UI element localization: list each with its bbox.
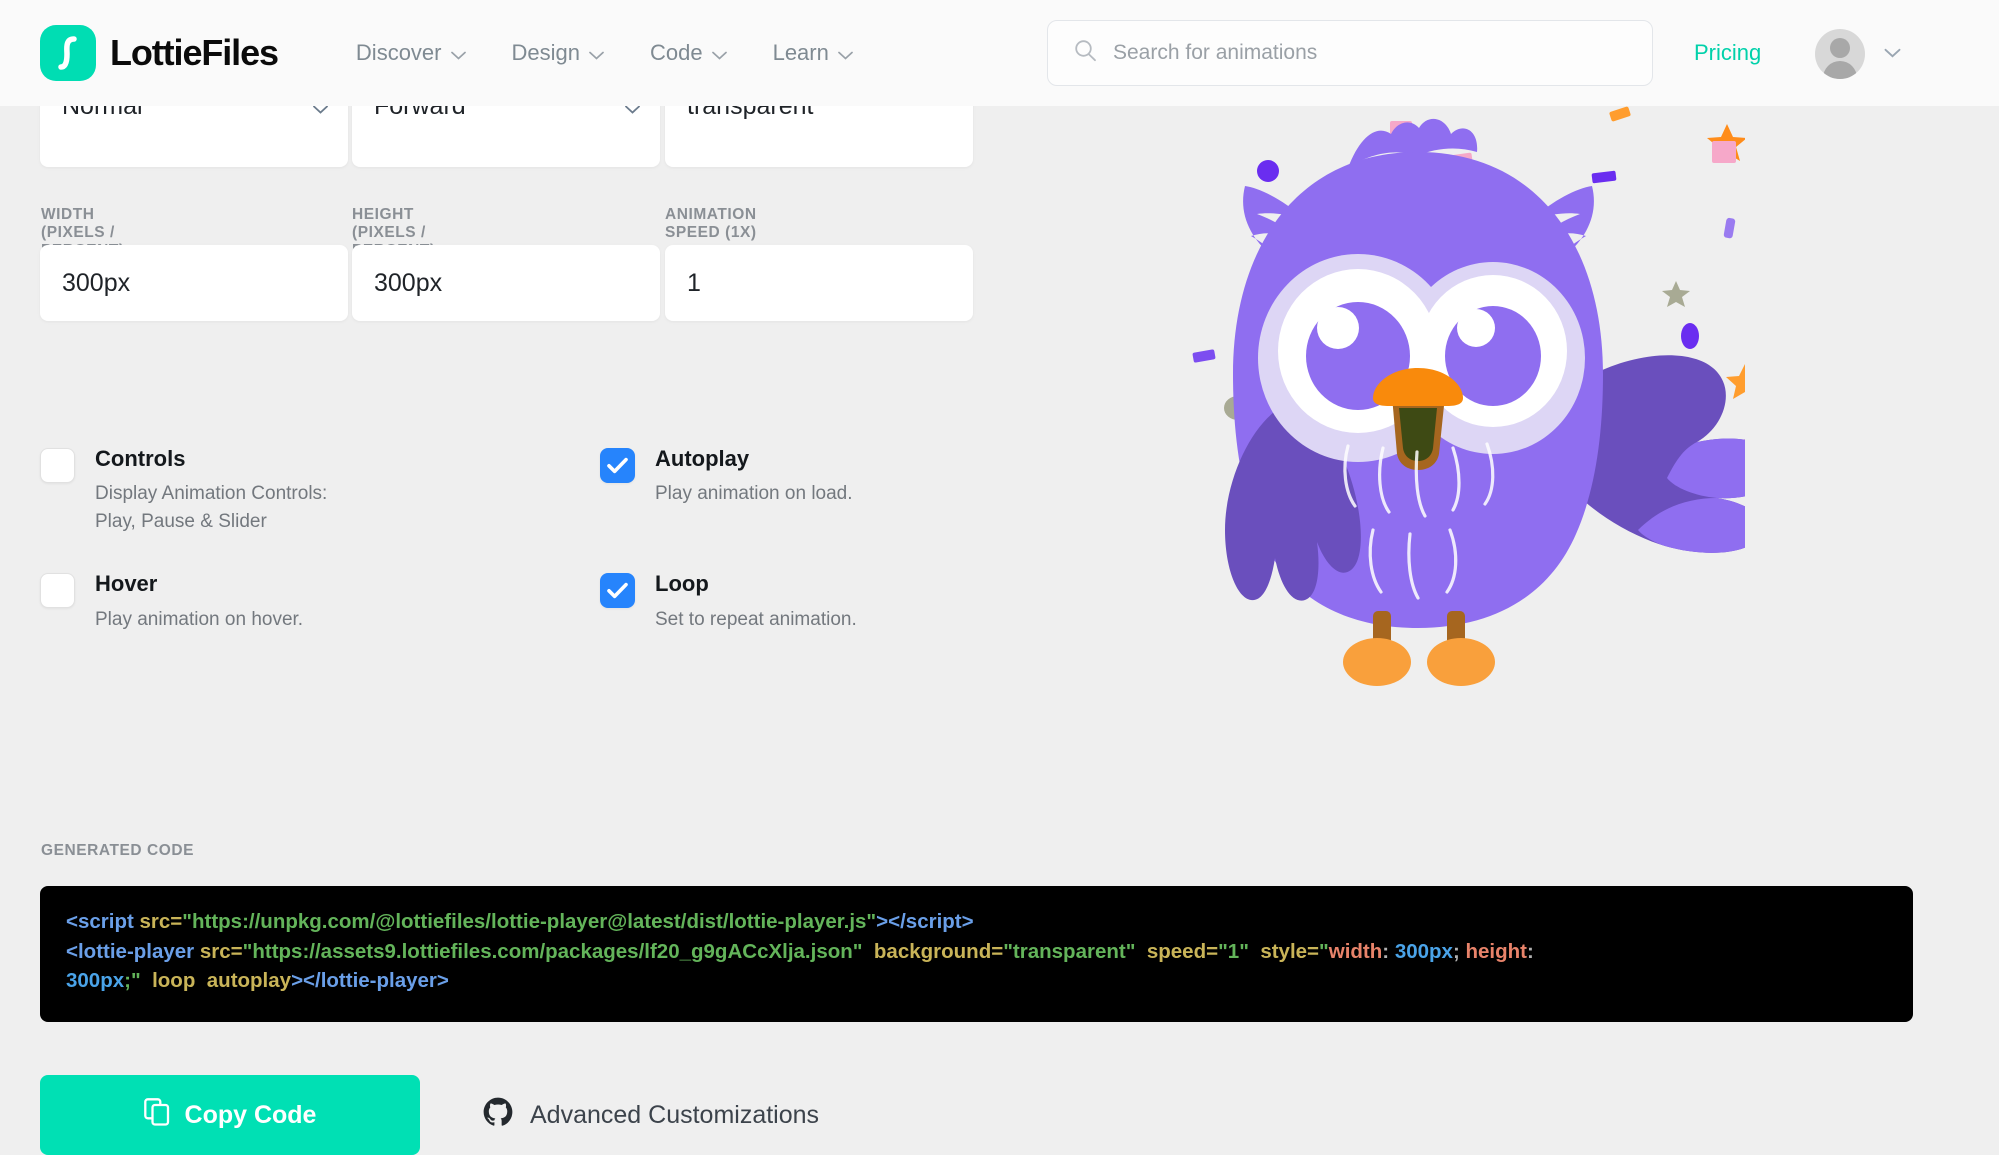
advanced-customizations-link[interactable]: Advanced Customizations: [483, 1097, 819, 1134]
copy-code-button[interactable]: Copy Code: [40, 1075, 420, 1155]
nav-item-learn[interactable]: Learn: [773, 40, 853, 66]
speed-label: ANIMATION SPEED (1X): [665, 206, 757, 242]
code-style-quote-close: ;": [124, 969, 141, 992]
nav-item-code[interactable]: Code: [650, 40, 727, 66]
nav-label-discover: Discover: [356, 40, 442, 66]
copy-icon: [144, 1098, 170, 1133]
loop-label: Loop: [655, 571, 857, 596]
avatar-head: [1830, 38, 1850, 58]
animation-preview: [1080, 106, 1999, 1082]
hover-label: Hover: [95, 571, 303, 596]
code-script-src-value: "https://unpkg.com/@lottiefiles/lottie-p…: [182, 910, 876, 933]
autoplay-checkbox[interactable]: [600, 448, 635, 483]
site-header: LottieFiles Discover Design Code Learn: [0, 0, 1999, 106]
chevron-down-icon: [589, 40, 604, 66]
brand-logo[interactable]: LottieFiles: [40, 25, 278, 81]
width-value: 300px: [62, 269, 130, 298]
loop-description: Set to repeat animation.: [655, 606, 857, 634]
nav-label-design: Design: [512, 40, 580, 66]
code-script-src-attr: src=: [140, 910, 183, 933]
search-icon: [1074, 39, 1097, 67]
code-player-src-value: "https://assets9.lottiefiles.com/package…: [243, 940, 863, 963]
search-bar[interactable]: [1047, 20, 1653, 86]
width-input[interactable]: 300px: [40, 245, 348, 321]
code-script-open: <script: [66, 910, 134, 933]
autoplay-description: Play animation on load.: [655, 480, 853, 508]
lottie-logo-icon: [40, 25, 96, 81]
chevron-down-icon[interactable]: [1884, 45, 1901, 63]
code-player-close: ></lottie-player>: [291, 969, 449, 992]
generated-code-label: GENERATED CODE: [41, 842, 194, 860]
chevron-down-icon: [838, 40, 853, 66]
height-value: 300px: [374, 269, 442, 298]
search-input[interactable]: [1113, 41, 1613, 65]
speed-input[interactable]: 1: [665, 245, 973, 321]
option-loop: Loop Set to repeat animation.: [600, 569, 900, 633]
code-player-open: <lottie-player: [66, 940, 194, 963]
code-style-height-value: 300px: [66, 969, 124, 992]
chevron-down-icon: [712, 40, 727, 66]
code-loop-attr: loop: [152, 969, 195, 992]
pricing-link[interactable]: Pricing: [1694, 40, 1761, 66]
nav-label-learn: Learn: [773, 40, 829, 66]
brand-name: LottieFiles: [110, 32, 278, 74]
celebrating-owl-animation: [1105, 106, 1745, 726]
code-autoplay-attr: autoplay: [207, 969, 291, 992]
copy-code-label: Copy Code: [185, 1101, 317, 1130]
chevron-down-icon: [451, 40, 466, 66]
controls-description: Display Animation Controls: Play, Pause …: [95, 480, 327, 535]
options-row-1: Controls Display Animation Controls: Pla…: [40, 444, 900, 535]
hover-description: Play animation on hover.: [95, 606, 303, 634]
height-input[interactable]: 300px: [352, 245, 660, 321]
option-hover: Hover Play animation on hover.: [40, 569, 600, 633]
nav-item-design[interactable]: Design: [512, 40, 604, 66]
code-player-src-attr: src=: [200, 940, 243, 963]
autoplay-label: Autoplay: [655, 446, 853, 471]
controls-label: Controls: [95, 446, 327, 471]
option-autoplay: Autoplay Play animation on load.: [600, 444, 900, 535]
nav-item-discover[interactable]: Discover: [356, 40, 466, 66]
code-script-close: ></script>: [876, 910, 973, 933]
loop-checkbox[interactable]: [600, 573, 635, 608]
github-icon: [483, 1097, 513, 1134]
advanced-customizations-label: Advanced Customizations: [530, 1101, 819, 1130]
code-background-attr: background=: [874, 940, 1003, 963]
options-grid: Controls Display Animation Controls: Pla…: [40, 444, 900, 633]
controls-checkbox[interactable]: [40, 448, 75, 483]
main-nav: Discover Design Code Learn: [356, 40, 853, 66]
nav-label-code: Code: [650, 40, 703, 66]
hover-checkbox[interactable]: [40, 573, 75, 608]
avatar-body: [1823, 61, 1857, 79]
user-avatar-icon[interactable]: [1815, 29, 1865, 79]
option-controls: Controls Display Animation Controls: Pla…: [40, 444, 600, 535]
options-row-2: Hover Play animation on hover. Loop Set …: [40, 569, 900, 633]
speed-value: 1: [687, 269, 701, 298]
